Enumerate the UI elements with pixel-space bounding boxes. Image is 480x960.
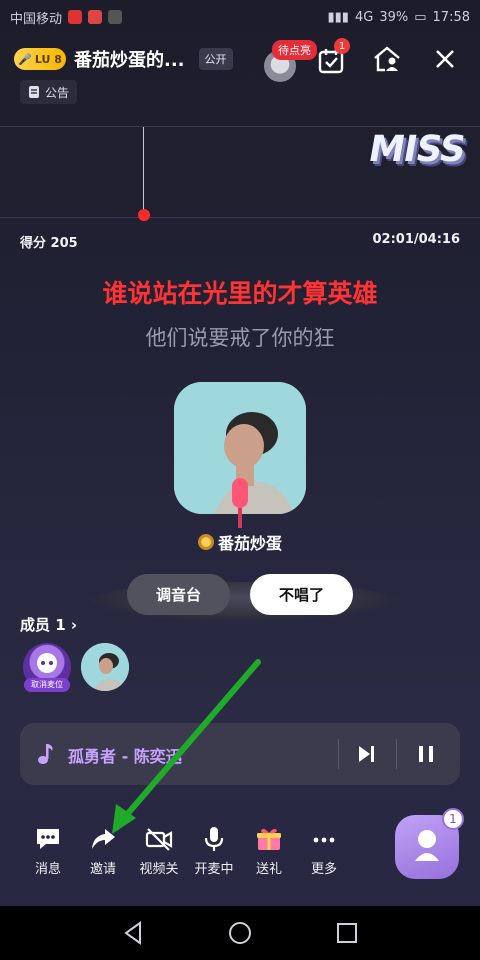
status-bar: 中国移动 ▮▮▮ 4G 39% ▭ 17:58: [0, 0, 480, 34]
lyric-next-line: 他们说要戒了你的狂: [145, 326, 335, 350]
notification-icon: [88, 10, 103, 24]
pitch-indicator: [138, 209, 150, 221]
pitch-track: MISS: [0, 126, 480, 221]
singer-name: 番茄炒蛋: [217, 534, 282, 553]
recents-icon[interactable]: [332, 918, 362, 948]
score-label: 得分 205: [20, 236, 78, 251]
singer-level-icon: [197, 534, 214, 550]
gift-icon: [257, 828, 281, 850]
microphone-icon: [204, 827, 224, 851]
invite-button[interactable]: 邀请: [77, 826, 129, 877]
video-off-icon: [145, 828, 173, 851]
system-nav-bar: [0, 906, 480, 960]
lyric-current-line: 谁说站在光里的才算英雄: [102, 279, 378, 308]
singer-name-row: 番茄炒蛋: [0, 530, 480, 554]
gift-button[interactable]: 送礼: [243, 826, 295, 877]
notice-button[interactable]: 公告: [20, 80, 78, 104]
level-icon: 🎤: [18, 52, 32, 66]
room-title[interactable]: 番茄炒蛋的...: [74, 46, 185, 72]
stop-singing-button[interactable]: 不唱了: [250, 574, 353, 615]
miss-label: MISS: [364, 129, 468, 170]
more-button[interactable]: 更多: [298, 826, 350, 877]
video-toggle-button[interactable]: 视频关: [133, 826, 185, 877]
music-player[interactable]: 孤勇者 - 陈奕迅: [20, 723, 460, 785]
chevron-right-icon: ›: [70, 616, 78, 634]
notification-icon: [108, 10, 123, 24]
music-note-icon: [38, 744, 53, 764]
public-badge: 公开: [198, 48, 233, 70]
share-icon: [92, 829, 115, 849]
network-label: 4G: [354, 9, 374, 25]
mixer-button[interactable]: 调音台: [127, 574, 230, 615]
carrier-label: 中国移动: [10, 11, 63, 27]
battery-label: 39%: [379, 9, 409, 25]
member-tag: 取消麦位: [24, 678, 70, 692]
clock: 17:58: [432, 9, 470, 25]
close-icon[interactable]: [430, 44, 460, 74]
signal-icon: ▮▮▮: [327, 9, 349, 25]
pause-icon[interactable]: [414, 742, 438, 766]
pitch-cursor-line: [143, 127, 144, 215]
message-icon: [37, 829, 59, 849]
divider: [338, 739, 339, 769]
pending-tag: 待点亮: [272, 40, 317, 60]
song-timer: 02:01/04:16: [372, 232, 460, 247]
battery-icon: ▭: [414, 9, 427, 25]
mic-toggle-button[interactable]: 开麦中: [188, 826, 240, 877]
level-badge: 🎤 LU 8: [14, 48, 66, 70]
room-header: 🎤 LU 8 番茄炒蛋的... 公开: [0, 34, 480, 84]
home-user-icon[interactable]: [372, 44, 402, 74]
assistant-badge: 1: [442, 808, 464, 830]
member-avatar[interactable]: [81, 643, 129, 691]
now-playing-song: 孤勇者 - 陈奕迅: [68, 747, 182, 766]
microphone-icon: [232, 478, 248, 528]
divider: [396, 739, 397, 769]
members-header[interactable]: 成员 1 ›: [20, 614, 77, 635]
next-track-icon[interactable]: [354, 742, 378, 766]
task-count-badge: 1: [334, 38, 350, 54]
messages-button[interactable]: 消息: [22, 826, 74, 877]
member-photo: [81, 643, 129, 691]
document-icon: [29, 86, 39, 98]
notification-icon: [68, 10, 83, 24]
home-icon[interactable]: [225, 918, 255, 948]
back-icon[interactable]: [118, 918, 148, 948]
pending-light-button[interactable]: 待点亮: [262, 40, 322, 84]
more-icon: [313, 837, 335, 843]
